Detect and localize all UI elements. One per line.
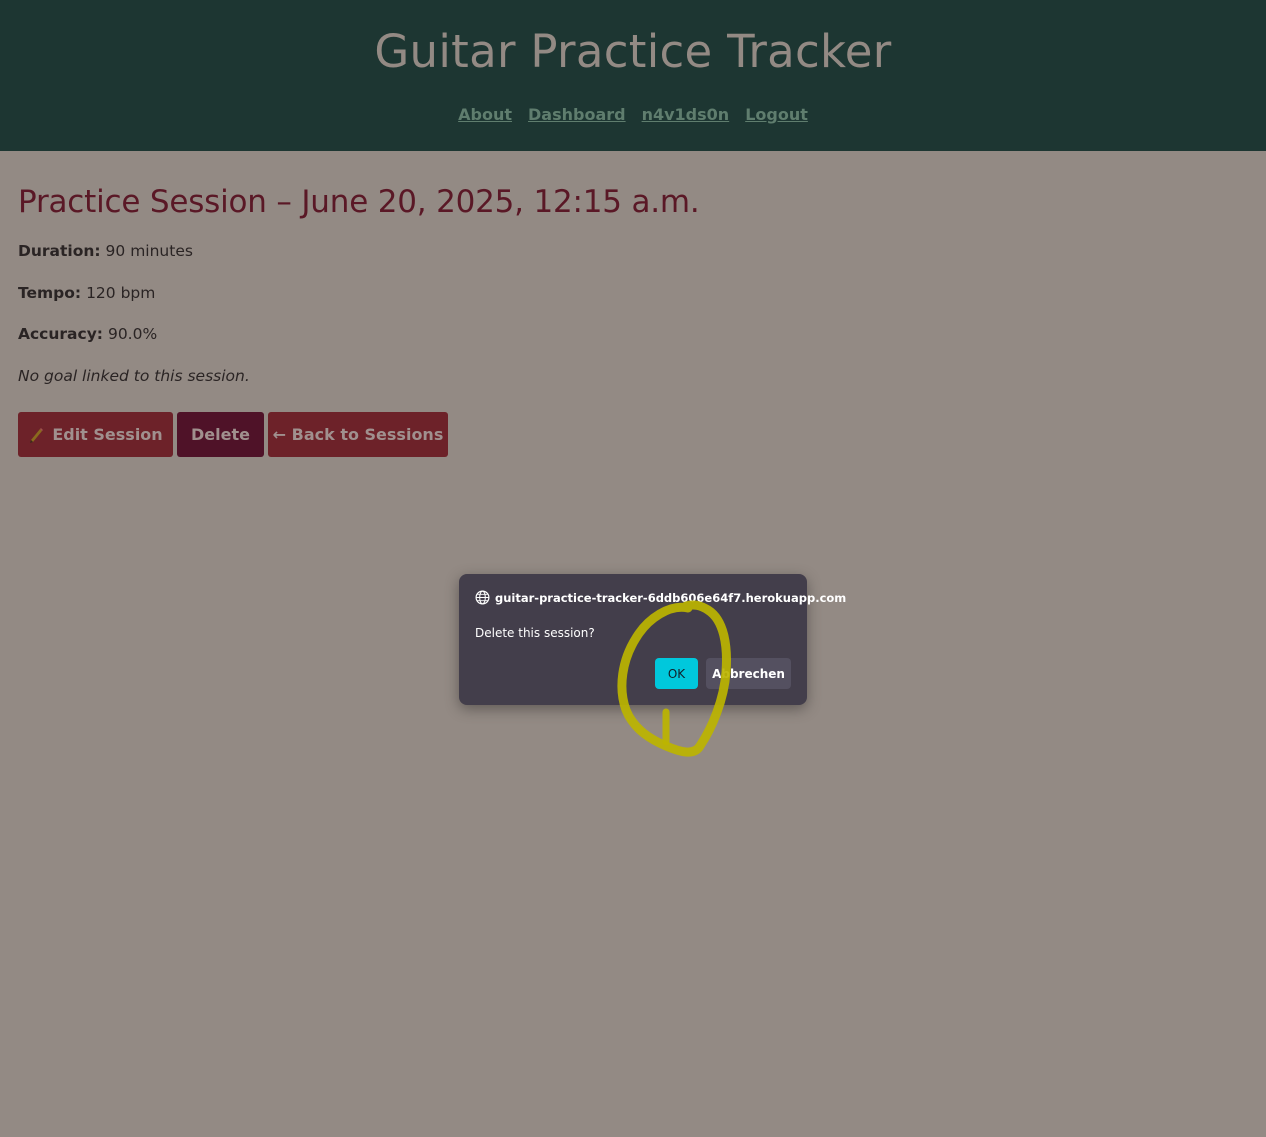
duration-value: 90 minutes xyxy=(105,242,193,260)
confirm-dialog: guitar-practice-tracker-6ddb606e64f7.her… xyxy=(459,574,846,705)
dialog-message: Delete this session? xyxy=(475,626,595,640)
nav-link-dashboard[interactable]: Dashboard xyxy=(528,105,626,124)
edit-session-button[interactable]: Edit Session xyxy=(18,412,173,457)
delete-label: Delete xyxy=(191,425,250,444)
site-header: Guitar Practice Tracker About Dashboard … xyxy=(0,0,1266,151)
accuracy-value: 90.0% xyxy=(107,325,158,343)
delete-button[interactable]: Delete xyxy=(177,412,264,457)
nav-link-profile[interactable]: n4v1ds0n xyxy=(642,105,730,124)
dialog-origin-text: guitar-practice-tracker-6ddb606e64f7.her… xyxy=(495,590,847,605)
globe-icon xyxy=(475,590,490,605)
goal-note: No goal linked to this session. xyxy=(18,367,250,385)
edit-session-label: Edit Session xyxy=(52,425,163,444)
page-title: Practice Session – June 20, 2025, 12:15 … xyxy=(18,184,700,220)
main-nav: About Dashboard n4v1ds0n Logout xyxy=(0,105,1266,124)
duration-field: Duration: 90 minutes xyxy=(18,242,193,260)
tempo-field: Tempo: 120 bpm xyxy=(18,284,155,302)
accuracy-field: Accuracy: 90.0% xyxy=(18,325,157,343)
nav-link-logout[interactable]: Logout xyxy=(745,105,808,124)
accuracy-label: Accuracy: xyxy=(18,325,104,343)
site-title: Guitar Practice Tracker xyxy=(374,25,892,78)
tempo-value: 120 bpm xyxy=(86,284,156,302)
back-to-sessions-label: ← Back to Sessions xyxy=(272,425,444,444)
nav-link-about[interactable]: About xyxy=(458,105,512,124)
tempo-label: Tempo: xyxy=(18,284,82,302)
duration-label: Duration: xyxy=(18,242,101,260)
ok-button[interactable]: OK xyxy=(655,658,698,689)
pencil-icon xyxy=(28,427,44,443)
cancel-button[interactable]: Abbrechen xyxy=(706,658,791,689)
back-to-sessions-button[interactable]: ← Back to Sessions xyxy=(268,412,448,457)
dialog-origin: guitar-practice-tracker-6ddb606e64f7.her… xyxy=(475,590,846,605)
